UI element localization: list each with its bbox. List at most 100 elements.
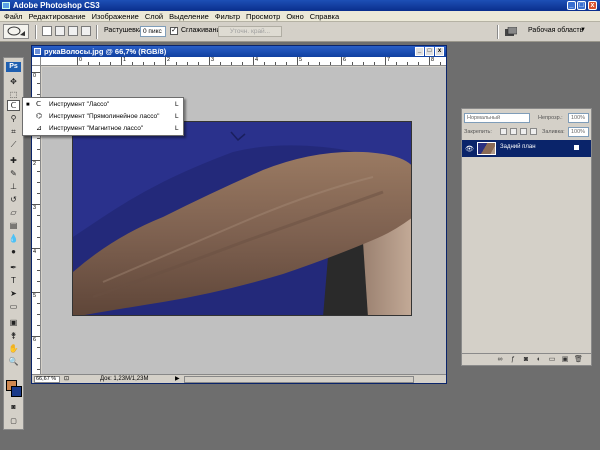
quick-mask-icon[interactable]: ◙ [7, 402, 20, 413]
type-icon[interactable]: T [7, 275, 20, 286]
blur-icon[interactable]: 💧 [7, 233, 20, 244]
doc-minimize-button[interactable]: _ [415, 47, 424, 56]
doc-maximize-button[interactable]: □ [425, 47, 434, 56]
new-selection-button[interactable] [42, 26, 52, 36]
ruler-label: 2 [167, 57, 171, 63]
delete-layer-icon[interactable]: 🗑 [574, 356, 583, 364]
blend-mode-select[interactable]: Нормальный [464, 113, 530, 123]
close-button[interactable]: x [588, 1, 597, 10]
polygonal-lasso-icon: ⌬ [36, 113, 43, 120]
ruler-minor-tick [37, 182, 40, 183]
adjustment-layer-icon[interactable]: ◐ [535, 356, 543, 364]
marquee-icon[interactable]: ⬚ [7, 89, 20, 100]
refine-edge-button[interactable]: Уточн. край... [218, 26, 282, 37]
lock-pixels-icon[interactable] [510, 128, 517, 135]
menu-image[interactable]: Изображение [92, 11, 139, 21]
healing-brush-icon[interactable]: ✚ [7, 155, 20, 166]
lock-position-icon[interactable] [520, 128, 527, 135]
ruler-minor-tick [110, 62, 111, 65]
layer-style-icon[interactable]: ƒ [509, 356, 517, 364]
pen-icon[interactable]: ✒ [7, 262, 20, 273]
layer-name: Задний план [500, 144, 536, 150]
move-icon[interactable]: ✥ [7, 76, 20, 87]
shape-icon[interactable]: ▭ [7, 301, 20, 312]
gradient-icon[interactable]: ▤ [7, 220, 20, 231]
flyout-item-polygonal-lasso[interactable]: ⌬ Инструмент "Прямолинейное лассо" L [23, 111, 183, 123]
new-layer-icon[interactable]: ▣ [561, 356, 569, 364]
zoom-level-field[interactable]: 66,67 % [34, 376, 60, 383]
menu-file[interactable]: Файл [4, 11, 22, 21]
ruler-corner[interactable] [32, 57, 41, 66]
maximize-button[interactable]: □ [577, 1, 586, 10]
status-menu-icon[interactable]: ⊡ [64, 375, 69, 384]
eye-icon[interactable]: 👁 [465, 145, 474, 153]
screen-mode-icon[interactable]: ▢ [7, 416, 20, 427]
status-arrow-icon[interactable]: ▶ [175, 375, 180, 384]
lock-all-icon[interactable] [530, 128, 537, 135]
magnetic-lasso-icon: ⊿ [36, 125, 42, 132]
workspace-icon[interactable] [505, 27, 517, 37]
lasso-icon[interactable]: ᑕ [7, 100, 20, 111]
clone-stamp-icon[interactable]: ⊥ [7, 181, 20, 192]
brush-icon[interactable]: ✎ [7, 168, 20, 179]
ruler-minor-tick [37, 303, 40, 304]
lock-transparency-icon[interactable] [500, 128, 507, 135]
menu-view[interactable]: Просмотр [246, 11, 280, 21]
layer-mask-icon[interactable]: ◙ [522, 356, 530, 364]
intersect-selection-button[interactable] [81, 26, 91, 36]
notes-icon[interactable]: ▣ [7, 317, 20, 328]
antialias-checkbox[interactable]: ✓ [170, 27, 178, 35]
zoom-icon[interactable]: 🔍 [7, 356, 20, 367]
eyedropper-icon[interactable]: ⚵ [7, 330, 20, 341]
layers-panel: Нормальный Непрозр.: 100% Закрепить: Зал… [461, 108, 592, 366]
menu-select[interactable]: Выделение [169, 11, 209, 21]
history-brush-icon[interactable]: ↺ [7, 194, 20, 205]
photo-image [73, 122, 411, 315]
ruler-label: 2 [33, 161, 37, 167]
window-title: Adobe Photoshop CS3 [13, 1, 100, 10]
document-titlebar[interactable]: рукаВолосы.jpg @ 66,7% (RGB/8) _ □ x [32, 46, 446, 57]
ruler-minor-tick [37, 347, 40, 348]
menu-help[interactable]: Справка [310, 11, 339, 21]
menu-layer[interactable]: Слой [145, 11, 163, 21]
slice-icon[interactable]: ⟋ [7, 139, 20, 150]
menu-edit[interactable]: Редактирование [28, 11, 85, 21]
ruler-minor-tick [37, 325, 40, 326]
hand-icon[interactable]: ✋ [7, 343, 20, 354]
horizontal-ruler[interactable]: 0123456789 [41, 57, 446, 66]
tool-preset-picker[interactable] [3, 24, 29, 39]
layer-row-background[interactable]: 👁 Задний план [462, 140, 591, 157]
crop-icon[interactable]: ⌗ [7, 126, 20, 137]
ruler-minor-tick [37, 83, 40, 84]
layers-panel-footer: ∞ ƒ ◙ ◐ ▭ ▣ 🗑 [462, 353, 591, 365]
add-selection-button[interactable] [55, 26, 65, 36]
subtract-selection-button[interactable] [68, 26, 78, 36]
doc-close-button[interactable]: x [435, 47, 444, 56]
path-selection-icon[interactable]: ➤ [7, 288, 20, 299]
menu-window[interactable]: Окно [286, 11, 303, 21]
ruler-minor-tick [352, 62, 353, 65]
flyout-item-magnetic-lasso[interactable]: ⊿ Инструмент "Магнитное лассо" L [23, 123, 183, 135]
ruler-minor-tick [37, 215, 40, 216]
background-color-swatch[interactable] [11, 386, 22, 397]
chevron-down-icon[interactable]: ▼ [580, 27, 586, 33]
arm-photo[interactable] [72, 121, 412, 316]
new-group-icon[interactable]: ▭ [548, 356, 556, 364]
workspace-label[interactable]: Рабочая область [528, 27, 583, 34]
dodge-icon[interactable]: ● [7, 246, 20, 257]
magic-wand-icon[interactable]: ⚲ [7, 113, 20, 124]
menu-filter[interactable]: Фильтр [215, 11, 240, 21]
ruler-minor-tick [154, 62, 155, 65]
fill-input[interactable]: 100% [568, 127, 589, 137]
horizontal-scrollbar[interactable] [184, 376, 414, 383]
flyout-item-lasso[interactable]: ■ ᑕ Инструмент "Лассо" L [23, 99, 183, 111]
ruler-minor-tick [308, 62, 309, 65]
opacity-input[interactable]: 100% [568, 113, 589, 123]
ruler-minor-tick [99, 62, 100, 65]
feather-input[interactable]: 0 пикс [140, 26, 166, 37]
link-layers-icon[interactable]: ∞ [496, 356, 504, 364]
ruler-minor-tick [37, 226, 40, 227]
minimize-button[interactable]: _ [567, 1, 576, 10]
options-separator [497, 25, 499, 39]
eraser-icon[interactable]: ▱ [7, 207, 20, 218]
